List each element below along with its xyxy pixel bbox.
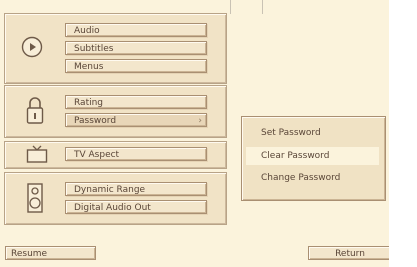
menus-button[interactable]: Menus	[65, 59, 207, 73]
change-password-item[interactable]: Change Password	[246, 169, 379, 187]
security-group: Rating Password ›	[4, 85, 227, 138]
display-group: TV Aspect	[4, 141, 227, 169]
speaker-icon	[26, 182, 44, 214]
tv-icon	[26, 144, 48, 164]
digital-audio-out-button[interactable]: Digital Audio Out	[65, 200, 207, 214]
rating-button[interactable]: Rating	[65, 95, 207, 109]
grid-divider	[262, 0, 263, 14]
password-submenu: Set Password Clear Password Change Passw…	[241, 116, 386, 201]
return-button[interactable]: Return	[308, 246, 392, 260]
language-group: Audio Subtitles Menus	[4, 13, 227, 84]
chevron-right-icon: ›	[198, 116, 202, 126]
dynamic-range-button[interactable]: Dynamic Range	[65, 182, 207, 196]
page-margin	[389, 0, 417, 267]
subtitles-button[interactable]: Subtitles	[65, 41, 207, 55]
tv-aspect-button[interactable]: TV Aspect	[65, 147, 207, 161]
settings-screen: Audio Subtitles Menus Rating Password › …	[0, 0, 392, 267]
set-password-item[interactable]: Set Password	[246, 124, 379, 142]
clear-password-item[interactable]: Clear Password	[246, 147, 379, 165]
sound-group: Dynamic Range Digital Audio Out	[4, 172, 227, 225]
password-label: Password	[74, 116, 117, 126]
password-button[interactable]: Password ›	[65, 113, 207, 127]
audio-button[interactable]: Audio	[65, 23, 207, 37]
grid-divider	[230, 0, 231, 14]
padlock-icon	[25, 94, 45, 126]
resume-button[interactable]: Resume	[5, 246, 96, 260]
disc-play-icon	[20, 35, 44, 59]
